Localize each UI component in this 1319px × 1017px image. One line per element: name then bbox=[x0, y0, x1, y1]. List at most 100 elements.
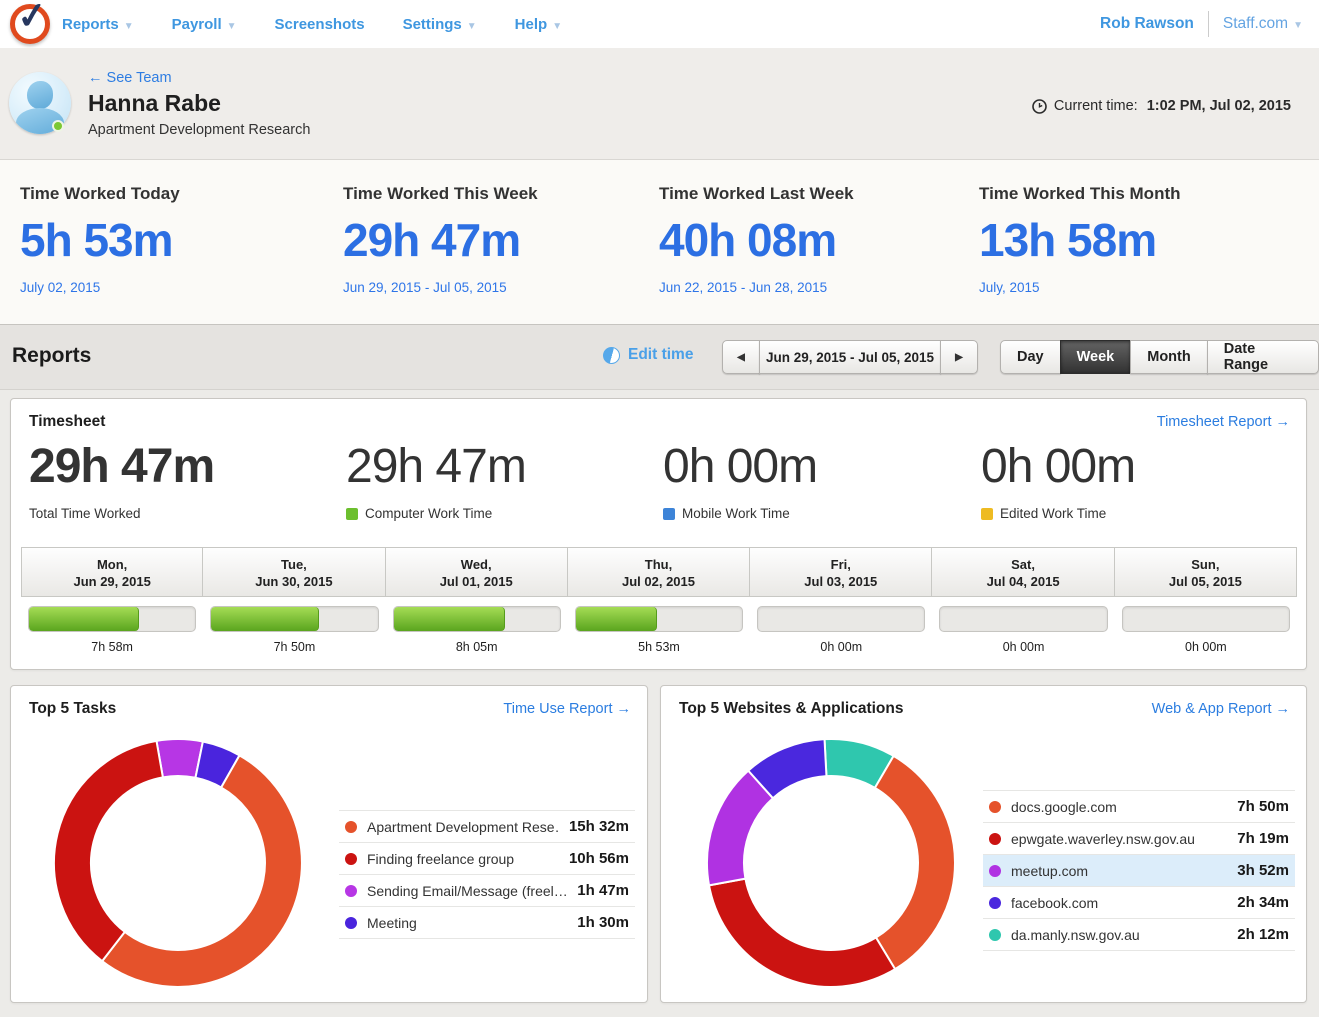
legend-dot-icon bbox=[345, 917, 357, 929]
day-progress-fill bbox=[29, 607, 139, 631]
legend-row[interactable]: Finding freelance group10h 56m bbox=[339, 843, 635, 875]
timesheet-panel: Timesheet Timesheet Report → 29h 47m Tot… bbox=[10, 398, 1307, 670]
legend-label: Meeting bbox=[367, 915, 567, 931]
legend-row[interactable]: Meeting1h 30m bbox=[339, 907, 635, 939]
day-date: Jul 05, 2015 bbox=[1169, 574, 1242, 589]
legend-value: 2h 34m bbox=[1237, 894, 1289, 911]
day-name: Tue, bbox=[281, 557, 307, 572]
legend-value: 7h 50m bbox=[1237, 798, 1289, 815]
timesheet-report-link[interactable]: Timesheet Report → bbox=[1157, 414, 1290, 430]
view-date-range-button[interactable]: Date Range bbox=[1207, 340, 1319, 374]
day-date: Jul 02, 2015 bbox=[622, 574, 695, 589]
day-bar-cell bbox=[203, 597, 385, 636]
user-name: Hanna Rabe bbox=[88, 90, 221, 117]
edited-work-time-swatch bbox=[981, 508, 993, 520]
app-logo-clock-icon[interactable]: ✓ bbox=[10, 4, 50, 44]
view-day-button[interactable]: Day bbox=[1000, 340, 1061, 374]
menu-item-reports[interactable]: Reports▼ bbox=[62, 16, 134, 33]
day-date: Jun 29, 2015 bbox=[73, 574, 150, 589]
legend-value: 3h 52m bbox=[1237, 862, 1289, 879]
top-websites-title: Top 5 Websites & Applications bbox=[679, 700, 904, 718]
legend-dot-icon bbox=[345, 853, 357, 865]
main-menu: Reports▼ Payroll▼ Screenshots Settings▼ … bbox=[62, 0, 562, 48]
day-bar-cell bbox=[1115, 597, 1297, 636]
date-range-display[interactable]: Jun 29, 2015 - Jul 05, 2015 bbox=[759, 340, 941, 374]
day-header-cell: Sat, Jul 04, 2015 bbox=[931, 547, 1114, 597]
stat-time-today: Time Worked Today 5h 53m July 02, 2015 bbox=[20, 184, 180, 295]
stat-time-this-month: Time Worked This Month 13h 58m July, 201… bbox=[979, 184, 1181, 295]
timesheet-title: Timesheet bbox=[29, 413, 105, 431]
app-root: ✓ Reports▼ Payroll▼ Screenshots Settings… bbox=[0, 0, 1319, 1017]
day-progress-track bbox=[1122, 606, 1290, 632]
websites-donut-chart bbox=[696, 728, 966, 998]
day-date: Jul 04, 2015 bbox=[987, 574, 1060, 589]
donut-slice[interactable] bbox=[54, 741, 163, 961]
day-name: Fri, bbox=[831, 557, 851, 572]
total-time-worked: 29h 47m Total Time Worked bbox=[29, 443, 214, 521]
next-week-button[interactable]: ▶ bbox=[940, 340, 978, 374]
web-app-report-link[interactable]: Web & App Report → bbox=[1152, 701, 1290, 717]
day-progress-fill bbox=[394, 607, 505, 631]
menu-item-screenshots[interactable]: Screenshots bbox=[275, 16, 365, 33]
stat-time-last-week: Time Worked Last Week 40h 08m Jun 22, 20… bbox=[659, 184, 854, 295]
day-name: Mon, bbox=[97, 557, 127, 572]
day-time-value: 7h 50m bbox=[203, 636, 385, 654]
donut-slice[interactable] bbox=[875, 756, 955, 969]
legend-row[interactable]: meetup.com3h 52m bbox=[983, 855, 1295, 887]
previous-week-button[interactable]: ◀ bbox=[722, 340, 760, 374]
legend-value: 1h 47m bbox=[577, 882, 629, 899]
legend-value: 7h 19m bbox=[1237, 830, 1289, 847]
legend-label: epwgate.waverley.nsw.gov.au bbox=[1011, 831, 1227, 847]
edit-time-button[interactable]: Edit time bbox=[603, 346, 693, 364]
tasks-donut-chart bbox=[43, 728, 313, 998]
top-navigation: ✓ Reports▼ Payroll▼ Screenshots Settings… bbox=[0, 0, 1319, 48]
stat-time-this-week: Time Worked This Week 29h 47m Jun 29, 20… bbox=[343, 184, 538, 295]
day-bar-cell bbox=[21, 597, 203, 636]
legend-row[interactable]: facebook.com 2h 34m bbox=[983, 887, 1295, 919]
legend-dot-icon bbox=[989, 801, 1001, 813]
day-header-cell: Thu,Jul 02, 2015 bbox=[567, 547, 750, 597]
legend-dot-icon bbox=[345, 821, 357, 833]
see-team-link[interactable]: ← See Team bbox=[88, 70, 172, 86]
legend-row[interactable]: epwgate.waverley.nsw.gov.au 7h 19m bbox=[983, 823, 1295, 855]
legend-label: da.manly.nsw.gov.au bbox=[1011, 927, 1227, 943]
current-time-label: Current time: bbox=[1054, 98, 1138, 114]
day-progress-track bbox=[393, 606, 561, 632]
view-month-button[interactable]: Month bbox=[1130, 340, 1207, 374]
reports-section-title: Reports bbox=[12, 344, 91, 368]
chevron-down-icon: ▼ bbox=[552, 21, 562, 32]
weekday-times-row: 7h 58m7h 50m8h 05m5h 53m0h 00m0h 00m0h 0… bbox=[21, 636, 1297, 654]
top-websites-panel: Top 5 Websites & Applications Web & App … bbox=[660, 685, 1307, 1003]
donut-slice[interactable] bbox=[709, 879, 895, 987]
current-user-link[interactable]: Rob Rawson bbox=[1100, 15, 1194, 33]
legend-label: facebook.com bbox=[1011, 895, 1227, 911]
day-header-cell: Fri,Jul 03, 2015 bbox=[749, 547, 932, 597]
mobile-work-time-swatch bbox=[663, 508, 675, 520]
legend-row[interactable]: da.manly.nsw.gov.au2h 12m bbox=[983, 919, 1295, 951]
day-progress-track bbox=[575, 606, 743, 632]
legend-row[interactable]: Apartment Development Rese…15h 32m bbox=[339, 811, 635, 843]
time-use-report-link[interactable]: Time Use Report → bbox=[503, 701, 631, 717]
day-header-cell: Mon, Jun 29, 2015 bbox=[21, 547, 203, 597]
legend-value: 10h 56m bbox=[569, 850, 629, 867]
menu-item-settings[interactable]: Settings▼ bbox=[403, 16, 477, 33]
menu-item-payroll[interactable]: Payroll▼ bbox=[172, 16, 237, 33]
day-bar-cell bbox=[750, 597, 932, 636]
nav-right: Rob Rawson Staff.com▼ bbox=[1100, 0, 1303, 48]
account-menu[interactable]: Staff.com▼ bbox=[1223, 15, 1303, 33]
clock-icon bbox=[1032, 99, 1047, 114]
legend-row[interactable]: docs.google.com7h 50m bbox=[983, 791, 1295, 823]
legend-dot-icon bbox=[345, 885, 357, 897]
chevron-down-icon: ▼ bbox=[467, 21, 477, 32]
weekday-header-row: Mon,Jun 29, 2015Tue,Jun 30, 2015Wed,Jul … bbox=[21, 547, 1297, 597]
legend-row[interactable]: Sending Email/Message (freel…1h 47m bbox=[339, 875, 635, 907]
day-progress-fill bbox=[576, 607, 657, 631]
legend-dot-icon bbox=[989, 865, 1001, 877]
weekly-timesheet-table: Mon,Jun 29, 2015Tue,Jun 30, 2015Wed,Jul … bbox=[21, 547, 1297, 654]
day-header-cell: Tue,Jun 30, 2015 bbox=[202, 547, 385, 597]
view-switcher: Day Week Month Date Range bbox=[1000, 340, 1319, 374]
menu-item-help[interactable]: Help▼ bbox=[515, 16, 562, 33]
day-name: Sat, bbox=[1011, 557, 1035, 572]
day-progress-track bbox=[28, 606, 196, 632]
view-week-button[interactable]: Week bbox=[1060, 340, 1132, 374]
